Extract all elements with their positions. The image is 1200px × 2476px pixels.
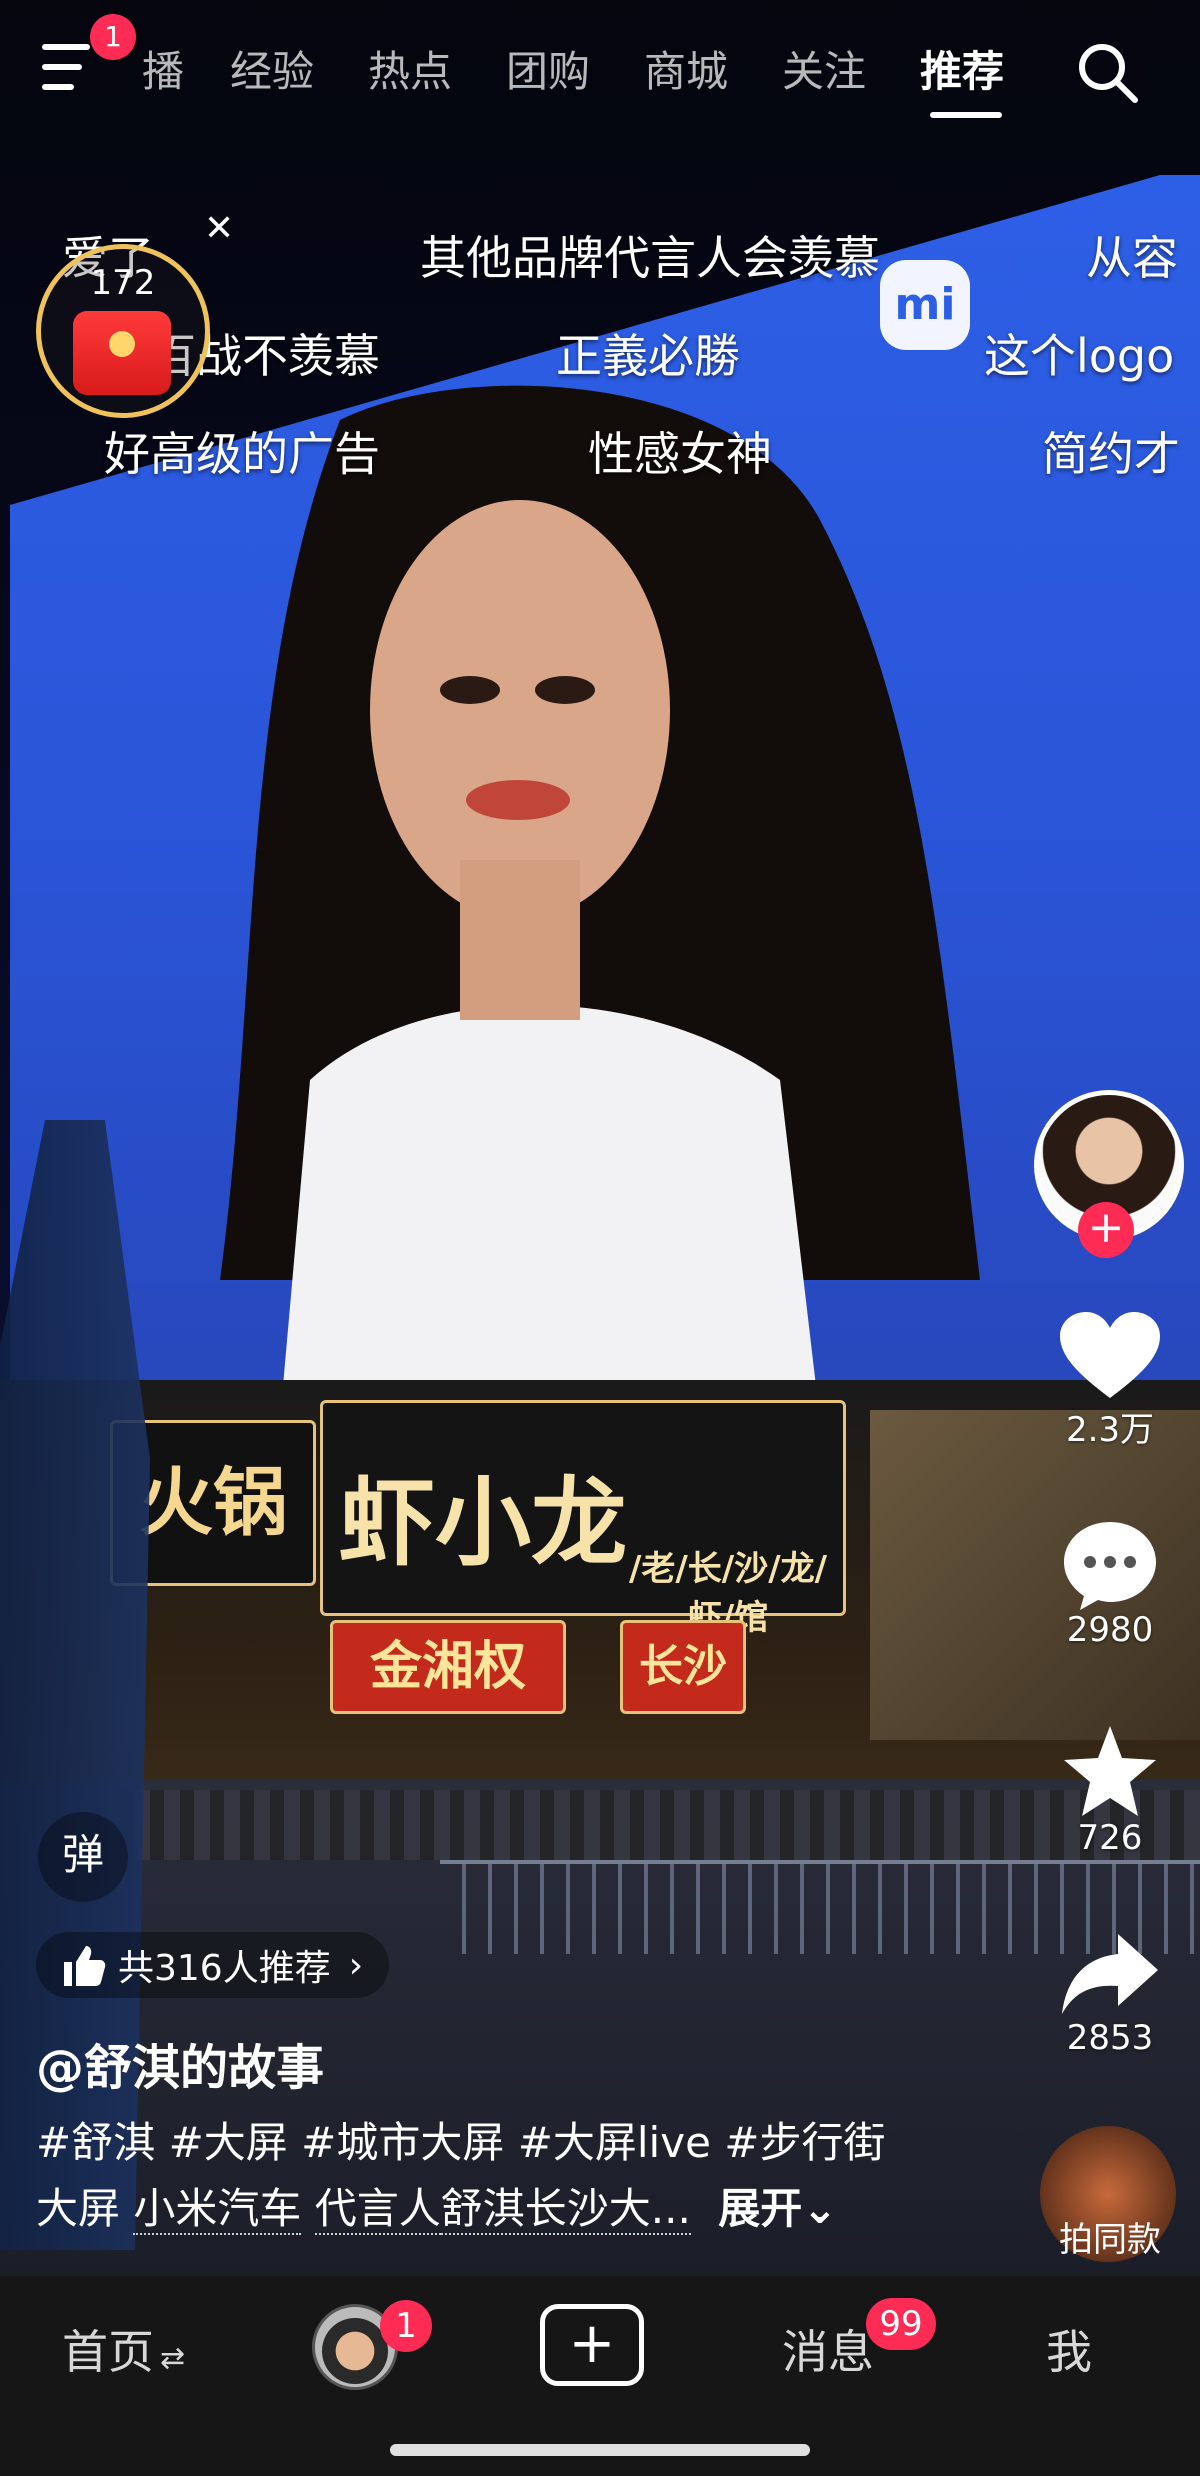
- hashtag[interactable]: #城市大屏: [301, 2118, 504, 2167]
- description-text: 大屏: [36, 2184, 121, 2233]
- menu-icon[interactable]: [42, 44, 96, 90]
- hashtag[interactable]: #大屏: [169, 2118, 288, 2167]
- follow-plus-icon[interactable]: +: [1078, 1202, 1134, 1258]
- author-name[interactable]: @舒淇的故事: [36, 2028, 324, 2098]
- tab-mall[interactable]: 商城: [644, 38, 728, 99]
- hashtag[interactable]: #舒淇: [36, 2118, 155, 2167]
- keyword-link[interactable]: 舒淇长沙大...: [440, 2184, 691, 2235]
- tab-experience[interactable]: 经验: [230, 38, 314, 99]
- expand-label: 展开: [718, 2184, 803, 2233]
- danmaku-item: 好高级的广告: [104, 427, 380, 481]
- comment-icon: [1064, 1522, 1156, 1610]
- danmaku-item: 性感女神: [588, 427, 772, 481]
- share-arrow-icon: [1062, 1934, 1158, 2014]
- description-line: 大屏 小米汽车 代言人舒淇长沙大... 展开⌄: [36, 2176, 966, 2242]
- close-icon[interactable]: ✕: [204, 208, 234, 249]
- comment-button[interactable]: 2980: [1040, 1518, 1180, 1650]
- menu-badge: 1: [90, 14, 136, 60]
- active-tab-indicator: [930, 112, 1002, 118]
- danmaku-item: 正義必勝: [556, 329, 740, 383]
- home-indicator[interactable]: [390, 2444, 810, 2456]
- thumbs-up-icon: [64, 1946, 106, 1986]
- changsha-sign: 长沙: [620, 1620, 746, 1714]
- favorite-count: 726: [1077, 1818, 1143, 1858]
- recommend-text: 共316人推荐: [118, 1948, 331, 1989]
- tab-trending[interactable]: 热点: [368, 38, 452, 99]
- red-packet-icon: [73, 311, 171, 395]
- share-count: 2853: [1066, 2018, 1154, 2058]
- keyword-link[interactable]: 小米汽车: [133, 2184, 302, 2235]
- heart-icon: [1060, 1312, 1160, 1398]
- comment-count: 2980: [1066, 1610, 1154, 1650]
- danmaku-item: 这个logo: [984, 329, 1175, 383]
- barrage-toggle-button[interactable]: 弹: [38, 1812, 128, 1902]
- tab-home[interactable]: 首页 ⇄: [62, 2316, 185, 2382]
- tab-home-label: 首页: [62, 2325, 154, 2379]
- red-packet-count: 172: [90, 263, 156, 303]
- tab-messages[interactable]: 消息: [782, 2316, 874, 2382]
- chevron-right-icon: ›: [348, 1944, 364, 1986]
- friends-badge: 1: [380, 2300, 432, 2352]
- danmaku-item: 其他品牌代言人会羡慕: [420, 231, 880, 285]
- keyword-link[interactable]: 代言人: [314, 2184, 441, 2235]
- tab-me[interactable]: 我: [1046, 2316, 1092, 2382]
- video-description: #舒淇 #大屏 #城市大屏 #大屏live #步行街 大屏 小米汽车 代言人舒淇…: [36, 2110, 966, 2242]
- xiaolong-sign: 虾小龙 /老/长/沙/龙/虾/馆: [320, 1400, 846, 1638]
- hashtag[interactable]: #大屏live: [518, 2118, 711, 2167]
- recommend-pill[interactable]: 共316人推荐 ›: [36, 1932, 390, 1998]
- tab-live[interactable]: 播: [142, 38, 184, 99]
- same-style-label[interactable]: 拍同款: [1040, 2212, 1180, 2261]
- like-count: 2.3万: [1065, 1410, 1155, 1450]
- star-icon: [1064, 1726, 1156, 1816]
- favorite-button[interactable]: 726: [1040, 1722, 1180, 1858]
- danmaku-item: 简约才: [1042, 427, 1180, 481]
- tab-following[interactable]: 关注: [782, 38, 866, 99]
- tab-recommend[interactable]: 推荐: [920, 38, 1004, 99]
- share-button[interactable]: 2853: [1040, 1930, 1180, 2058]
- search-icon[interactable]: [1075, 40, 1139, 104]
- hashtag[interactable]: #步行街: [724, 2118, 885, 2167]
- crowd: [120, 1790, 1200, 1860]
- messages-badge: 99: [866, 2298, 936, 2350]
- danmaku-item: 从容: [1086, 231, 1178, 285]
- jinxiang-sign: 金湘权: [330, 1620, 566, 1714]
- tab-group-buy[interactable]: 团购: [506, 38, 590, 99]
- hashtag-row: #舒淇 #大屏 #城市大屏 #大屏live #步行街: [36, 2110, 966, 2176]
- switch-arrows-icon: ⇄: [160, 2341, 186, 2376]
- top-navigation: 1 播 经验 热点 团购 商城 关注 推荐: [0, 0, 1200, 140]
- mi-logo: mi: [880, 260, 970, 350]
- like-button[interactable]: 2.3万: [1040, 1310, 1180, 1451]
- expand-button[interactable]: 展开⌄: [718, 2184, 837, 2233]
- xiaolong-title: 虾小龙: [339, 1467, 627, 1579]
- red-packet-widget[interactable]: 172: [36, 244, 210, 418]
- billboard-portrait: [220, 385, 980, 1420]
- create-plus-button[interactable]: +: [540, 2304, 644, 2386]
- chevron-down-icon: ⌄: [802, 2184, 838, 2233]
